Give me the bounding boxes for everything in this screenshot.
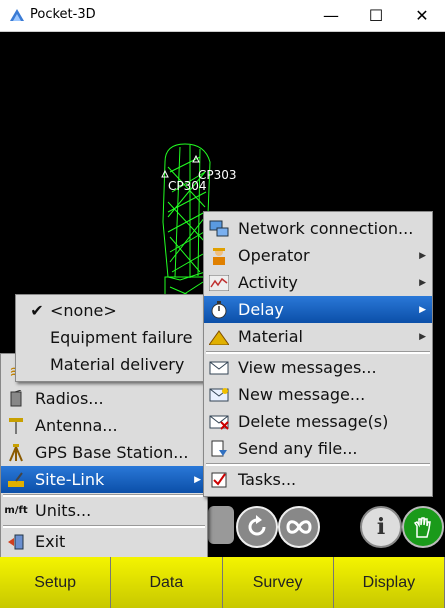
menu-item-site-link[interactable]: Site-Link ▶ (1, 466, 207, 493)
menu-item-label: Operator (238, 246, 310, 265)
view-button[interactable] (208, 506, 234, 544)
checkmark-icon: ✔ (30, 301, 44, 320)
menu-item-material[interactable]: Material ▶ (204, 323, 432, 350)
material-icon (208, 327, 230, 346)
menu-item-radios[interactable]: Radios... (1, 385, 207, 412)
data-button[interactable]: Data (111, 557, 223, 608)
menu-item-new-message[interactable]: New message... (204, 381, 432, 408)
info-icon: i (376, 514, 386, 540)
menu-item-network-connection[interactable]: Network connection... (204, 215, 432, 242)
submenu-arrow-icon: ▶ (419, 331, 426, 342)
menu-item-antenna[interactable]: Antenna... (1, 412, 207, 439)
rotate-button[interactable] (236, 506, 278, 548)
menu-item-material-delivery[interactable]: Material delivery (16, 351, 205, 378)
tasks-icon (208, 470, 230, 489)
site-link-icon (5, 470, 27, 489)
menu-item-label: Material (238, 327, 303, 346)
menu-item-view-messages[interactable]: View messages... (204, 354, 432, 381)
submenu-arrow-icon: ▶ (419, 304, 426, 315)
submenu-arrow-icon: ▶ (419, 250, 426, 261)
menu-item-units[interactable]: m/ft Units... (1, 497, 207, 524)
new-message-icon (208, 385, 230, 404)
menu-item-operator[interactable]: Operator ▶ (204, 242, 432, 269)
title-bar: Pocket-3D — ☐ ✕ (0, 0, 445, 32)
submenu-arrow-icon: ▶ (419, 277, 426, 288)
menu-item-label: Delete message(s) (238, 412, 389, 431)
menu-item-activity[interactable]: Activity ▶ (204, 269, 432, 296)
menu-item-label: Material delivery (50, 355, 185, 374)
menu-item-label: Units... (35, 501, 92, 520)
site-link-menu: Network connection... Operator ▶ Activit… (203, 211, 433, 497)
app-icon (10, 9, 24, 21)
infinity-icon (286, 520, 312, 534)
send-file-icon (208, 439, 230, 458)
setup-menu: ≋ Radios... Antenna... GPS Base Station.… (0, 353, 208, 558)
minimize-button[interactable]: — (308, 0, 354, 31)
stopwatch-icon (208, 300, 230, 319)
activity-icon (208, 273, 230, 292)
menu-item-exit[interactable]: Exit (1, 528, 207, 555)
menu-item-label: Radios... (35, 389, 104, 408)
menu-item-label: Site-Link (35, 470, 105, 489)
units-icon: m/ft (4, 505, 28, 516)
radio-icon (5, 389, 27, 408)
menu-item-label: Network connection... (238, 219, 414, 238)
rotate-icon (248, 515, 266, 536)
menu-item-label: GPS Base Station... (35, 443, 189, 462)
gps-base-station-icon (5, 443, 27, 462)
hand-button[interactable] (402, 506, 444, 548)
menu-item-label: Activity (238, 273, 298, 292)
menu-item-send-any-file[interactable]: Send any file... (204, 435, 432, 462)
hand-icon (413, 517, 431, 538)
view-messages-icon (208, 358, 230, 377)
menu-item-none[interactable]: ✔ <none> (16, 297, 205, 324)
menu-item-equipment-failure[interactable]: Equipment failure (16, 324, 205, 351)
antenna-icon (5, 416, 27, 435)
bottom-toolbar: Setup Data Survey Display (0, 557, 445, 608)
menu-item-label: Delay (238, 300, 284, 319)
delay-submenu: ✔ <none> Equipment failure Material deli… (15, 294, 206, 382)
menu-item-label: View messages... (238, 358, 377, 377)
point-label-cp304: CP304 (168, 179, 207, 193)
info-button[interactable]: i (360, 506, 402, 548)
menu-item-gps-base-station[interactable]: GPS Base Station... (1, 439, 207, 466)
menu-item-label: <none> (50, 301, 117, 320)
menu-item-tasks[interactable]: Tasks... (204, 466, 432, 493)
setup-button[interactable]: Setup (0, 557, 112, 608)
operator-icon (208, 246, 230, 265)
menu-item-label: Tasks... (238, 470, 297, 489)
menu-item-label: Send any file... (238, 439, 358, 458)
submenu-arrow-icon: ▶ (194, 474, 201, 485)
display-button[interactable]: Display (333, 557, 445, 608)
network-icon (208, 219, 230, 238)
menu-item-label: Antenna... (35, 416, 118, 435)
menu-item-label: New message... (238, 385, 366, 404)
exit-icon (5, 532, 27, 551)
infinity-button[interactable] (278, 506, 320, 548)
survey-button[interactable]: Survey (222, 557, 334, 608)
close-button[interactable]: ✕ (399, 0, 445, 31)
delete-message-icon (208, 412, 230, 431)
menu-item-label: Exit (35, 532, 66, 551)
maximize-button[interactable]: ☐ (353, 0, 399, 31)
window-title: Pocket-3D (30, 7, 96, 22)
menu-item-label: Equipment failure (50, 328, 193, 347)
menu-item-delete-messages[interactable]: Delete message(s) (204, 408, 432, 435)
menu-item-delay[interactable]: Delay ▶ (204, 296, 432, 323)
